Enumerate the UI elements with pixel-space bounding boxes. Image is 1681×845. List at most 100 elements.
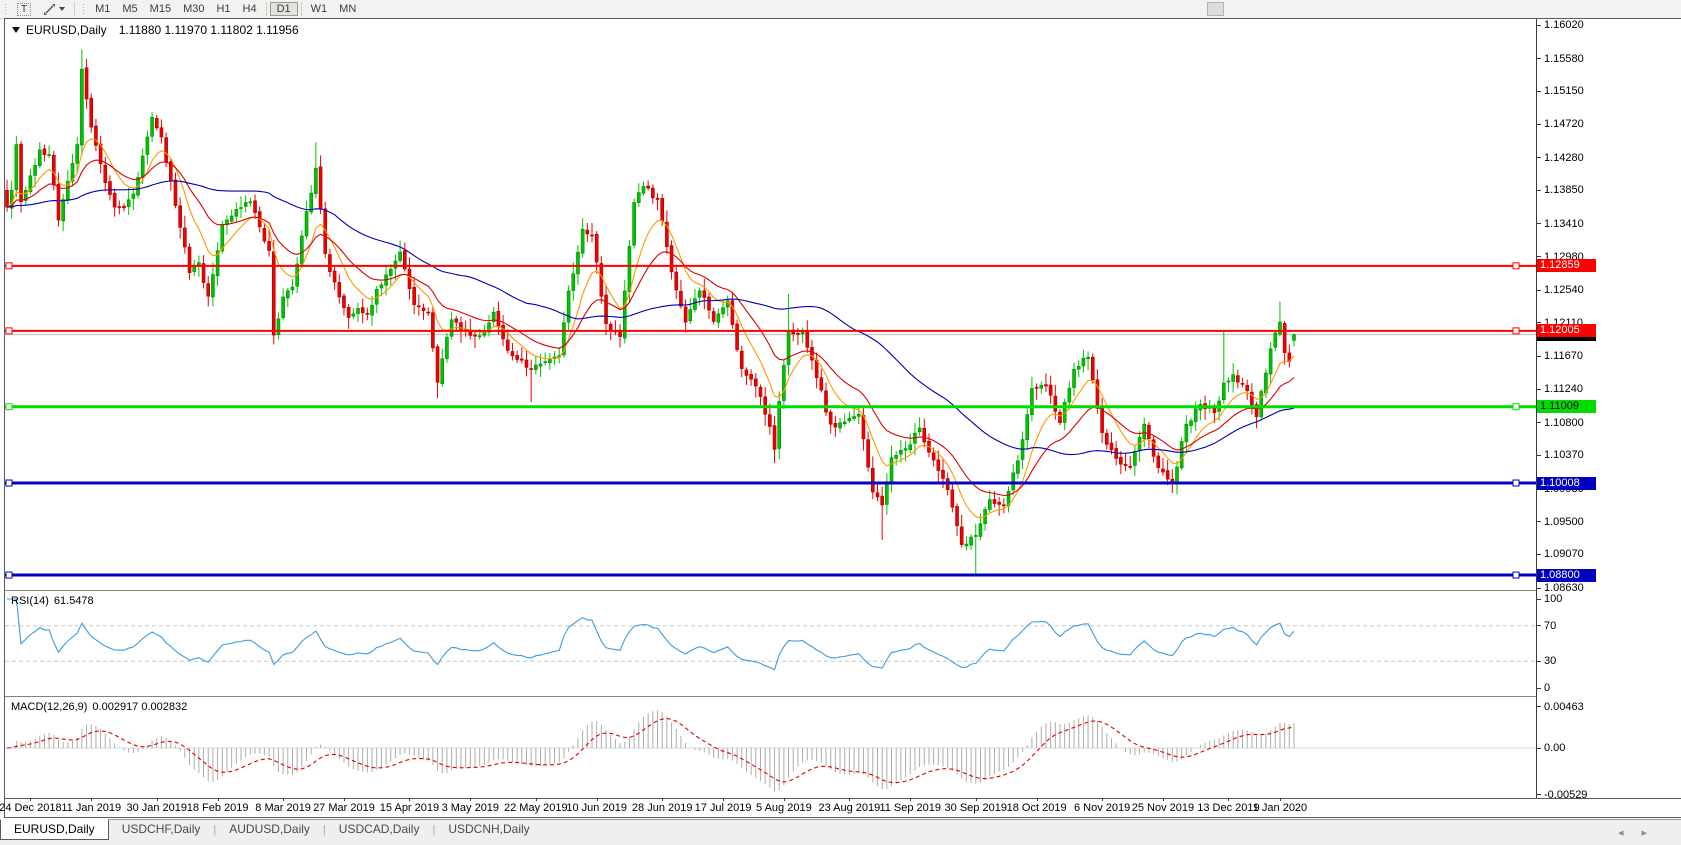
rsi-axis-label: 70 (1544, 619, 1557, 632)
axis-tick (30, 798, 32, 801)
axis-tick (1536, 157, 1541, 159)
line-handle[interactable] (1512, 403, 1520, 411)
axis-tick (975, 798, 977, 801)
tab-usdchf[interactable]: USDCHF,Daily (109, 820, 214, 839)
line-handle[interactable] (5, 403, 13, 411)
toolbar-separator (300, 2, 302, 16)
timeframe-button-h1[interactable]: H1 (210, 2, 236, 16)
tab-audusd[interactable]: AUDUSD,Daily (216, 820, 323, 839)
timeframe-button-mn[interactable]: MN (333, 2, 362, 16)
line-handle[interactable] (1512, 262, 1520, 270)
tab-usdcnh[interactable]: USDCNH,Daily (435, 820, 542, 839)
macd-name: MACD(12,26,9) (11, 701, 88, 713)
axis-tick (91, 798, 93, 801)
tab-scroll-left-icon[interactable]: ◂ (1618, 827, 1642, 839)
toolbar-grip[interactable] (4, 3, 7, 15)
axis-tick (535, 798, 537, 801)
axis-tick (1536, 355, 1541, 357)
line-handle[interactable] (5, 262, 13, 270)
axis-tick (1279, 798, 1281, 801)
timeframe-button-d1[interactable]: D1 (269, 2, 298, 16)
date-axis-line (4, 798, 1681, 799)
rsi-label: RSI(14) 61.5478 (11, 595, 99, 607)
axis-tick (470, 798, 472, 801)
axis-tick (1536, 660, 1541, 662)
axis-tick (910, 798, 912, 801)
line-handle[interactable] (1512, 479, 1520, 487)
axis-tick (1536, 587, 1541, 589)
line-handle[interactable] (5, 327, 13, 335)
axis-tick (1536, 747, 1541, 749)
tab-usdcad[interactable]: USDCAD,Daily (326, 820, 433, 839)
toolbar-grip[interactable] (82, 3, 86, 15)
axis-tick (1536, 223, 1541, 225)
axis-tick (596, 798, 598, 801)
tab-scroll-right-icon[interactable]: ▸ (1641, 827, 1665, 839)
price-axis-label: 1.12540 (1544, 284, 1584, 297)
timeframe-button-m5[interactable]: M5 (116, 2, 143, 16)
text-tool-icon: T (17, 3, 32, 16)
rsi-line (7, 598, 1295, 671)
axis-tick (1536, 598, 1541, 600)
axis-tick (1536, 454, 1541, 456)
ma-medium-line (6, 159, 1295, 497)
chevron-down-icon (59, 7, 66, 11)
line-price-label: 1.12005 (1537, 324, 1596, 338)
axis-tick (409, 798, 411, 801)
toolbar-separator (265, 2, 267, 16)
ohlc-values: 1.11880 1.11970 1.11802 1.11956 (118, 23, 299, 37)
price-axis-label: 1.16020 (1544, 19, 1584, 31)
axis-tick (1536, 256, 1541, 258)
rsi-axis-label: 30 (1544, 655, 1557, 668)
text-tool-button[interactable]: T (11, 2, 37, 16)
price-axis-label: 1.09070 (1544, 548, 1584, 561)
chart-title: EURUSD,Daily 1.11880 1.11970 1.11802 1.1… (12, 23, 299, 37)
price-axis-label: 1.11240 (1544, 383, 1583, 396)
line-handle[interactable] (5, 571, 13, 579)
timeframe-button-m1[interactable]: M1 (89, 2, 116, 16)
cursor-tool-button[interactable] (37, 2, 71, 16)
axis-tick (1228, 798, 1230, 801)
triangle-down-icon[interactable] (12, 27, 20, 33)
rsi-panel[interactable] (5, 592, 1536, 696)
macd-label: MACD(12,26,9) 0.002917 0.002832 (11, 701, 192, 713)
line-handle[interactable] (5, 479, 13, 487)
axis-tick (849, 798, 851, 801)
price-axis-label: 1.10370 (1544, 449, 1584, 462)
axis-tick (1536, 90, 1541, 92)
timeframe-button-w1[interactable]: W1 (305, 2, 334, 16)
axis-tick (1536, 289, 1541, 291)
macd-axis-label: -0.00529 (1544, 788, 1588, 801)
timeframe-button-h4[interactable]: H4 (237, 2, 263, 16)
symbol-period-label: EURUSD,Daily (26, 23, 107, 37)
price-axis-label: 1.13410 (1544, 217, 1584, 230)
axis-tick (1536, 706, 1541, 708)
line-handle[interactable] (1512, 327, 1520, 335)
timeframe-button-m15[interactable]: M15 (144, 2, 177, 16)
timeframe-button-m30[interactable]: M30 (177, 2, 210, 16)
date-axis-label: 1 Jan 2020 (1252, 802, 1308, 814)
macd-histogram (11, 710, 1295, 792)
axis-tick (662, 798, 664, 801)
axis-tick (1536, 422, 1541, 424)
axis-tick (1162, 798, 1164, 801)
macd-panel[interactable] (5, 698, 1536, 798)
axis-tick (1536, 24, 1541, 26)
price-axis-label: 1.10800 (1544, 416, 1584, 429)
tab-scroll-arrows: ◂▸ (1618, 826, 1665, 839)
toolbar-fragment[interactable] (1207, 2, 1224, 16)
price-axis-label: 1.09500 (1544, 515, 1584, 528)
axis-tick (217, 798, 219, 801)
rsi-name: RSI(14) (11, 595, 49, 607)
axis-tick (1536, 322, 1541, 324)
line-handle[interactable] (1512, 571, 1520, 579)
toolbar-separator (74, 2, 76, 16)
macd-signal-line (6, 717, 1295, 784)
cursor-arrows-icon (44, 3, 56, 15)
tab-eurusd[interactable]: EURUSD,Daily (0, 819, 109, 840)
price-axis-label: 1.14720 (1544, 118, 1584, 131)
main-price-chart[interactable] (5, 19, 1536, 590)
price-axis-label: 1.13850 (1544, 184, 1584, 197)
toolbar: T M1 M5 M15 M30 H1 H4 D1 W1 MN (0, 0, 1681, 19)
axis-tick (1036, 798, 1038, 801)
